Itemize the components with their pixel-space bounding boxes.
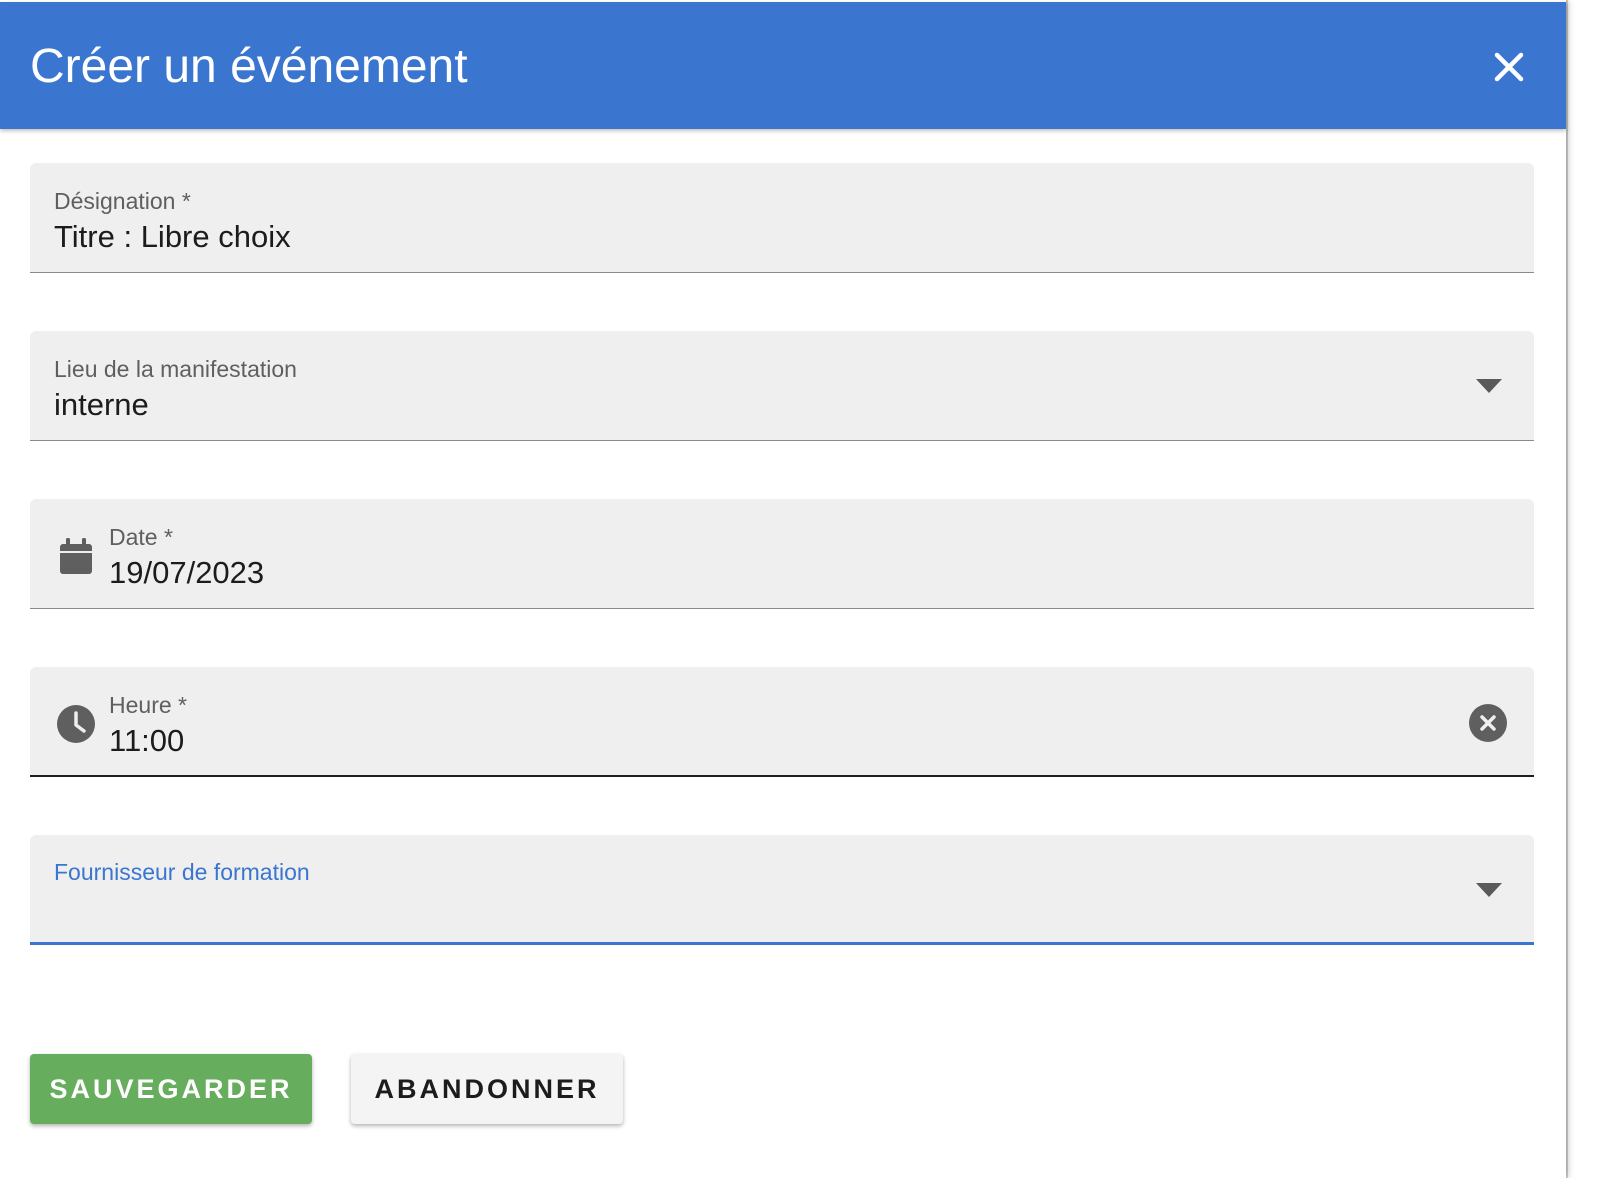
caret-down-icon[interactable]: [1476, 883, 1502, 897]
designation-field[interactable]: Désignation * Titre : Libre choix: [30, 163, 1534, 273]
fournisseur-select[interactable]: Fournisseur de formation: [30, 835, 1534, 945]
clear-icon[interactable]: [1468, 703, 1508, 743]
clock-icon[interactable]: [56, 704, 96, 744]
date-input[interactable]: 19/07/2023: [109, 555, 264, 591]
close-button[interactable]: [1484, 42, 1534, 92]
time-label: Heure *: [109, 692, 187, 718]
close-icon: [1494, 52, 1524, 82]
designation-label: Désignation *: [54, 188, 191, 214]
background-page-edge: [1566, 0, 1602, 1178]
fournisseur-label: Fournisseur de formation: [54, 859, 310, 885]
caret-down-icon[interactable]: [1476, 379, 1502, 393]
time-input[interactable]: 11:00: [109, 723, 184, 759]
save-button[interactable]: SAUVEGARDER: [30, 1054, 312, 1124]
create-event-dialog: Créer un événement Désignation * Titre :…: [0, 0, 1566, 1178]
cancel-button[interactable]: ABANDONNER: [351, 1054, 623, 1124]
dialog-title: Créer un événement: [30, 40, 468, 93]
lieu-label: Lieu de la manifestation: [54, 356, 297, 382]
lieu-select[interactable]: Lieu de la manifestation interne: [30, 331, 1534, 441]
time-field[interactable]: Heure * 11:00: [30, 667, 1534, 777]
date-label: Date *: [109, 524, 173, 550]
calendar-icon[interactable]: [56, 536, 96, 576]
designation-input[interactable]: Titre : Libre choix: [54, 219, 291, 255]
date-field[interactable]: Date * 19/07/2023: [30, 499, 1534, 609]
dialog-header: Créer un événement: [0, 2, 1566, 129]
lieu-value: interne: [54, 387, 149, 422]
